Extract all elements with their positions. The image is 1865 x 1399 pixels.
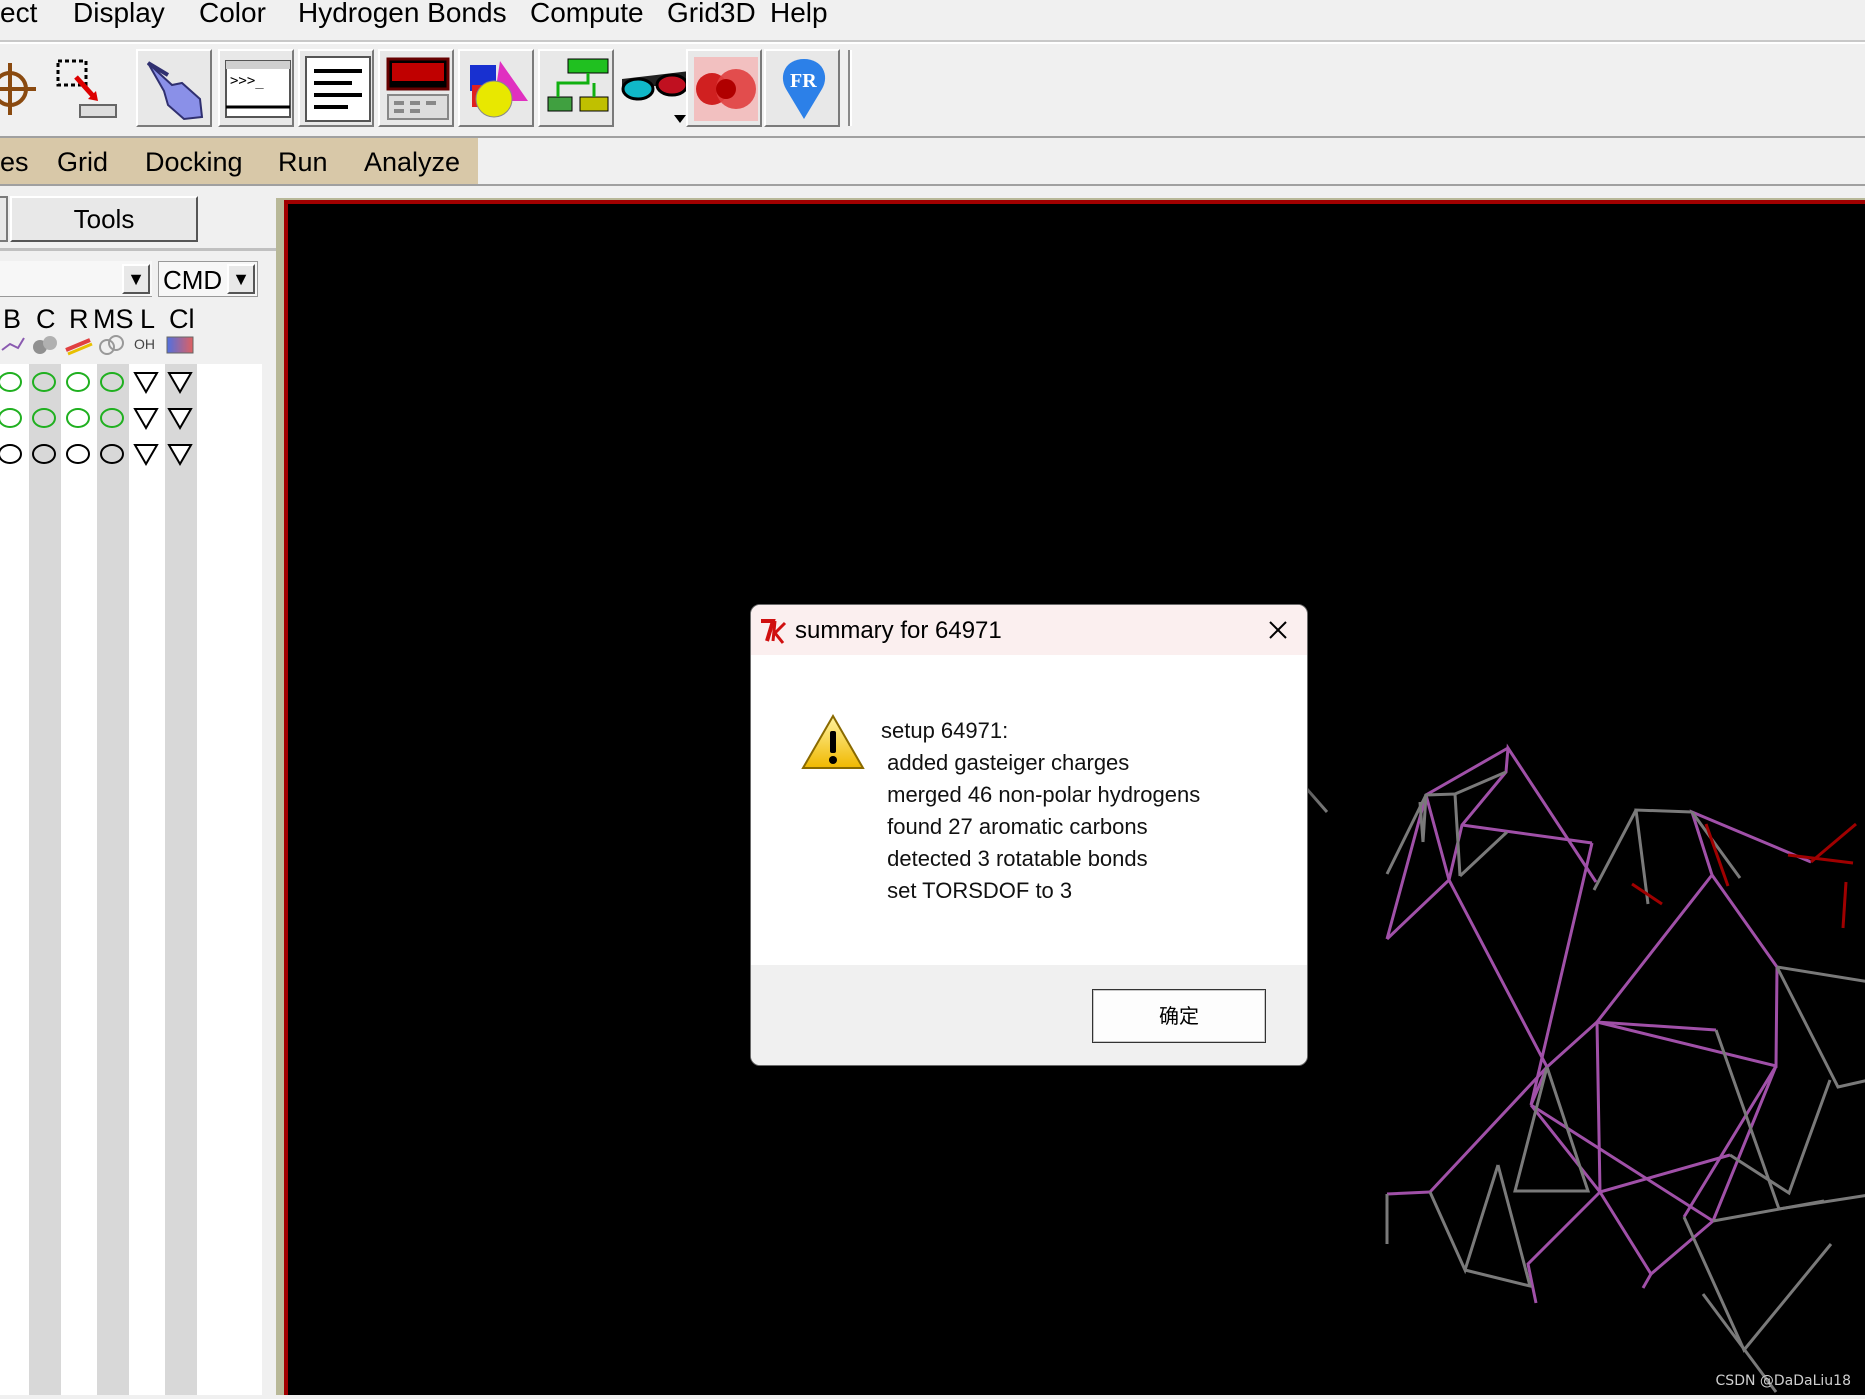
column-stripe xyxy=(97,364,129,1395)
dialog-body: setup 64971: added gasteiger charges mer… xyxy=(751,655,1307,965)
bond-stick-icon xyxy=(1,337,25,351)
cpk-spheres-icon xyxy=(33,336,57,354)
chevron-down-icon[interactable]: ▼ xyxy=(122,264,150,294)
column-header-cl[interactable]: Cl xyxy=(169,304,195,335)
menu-grid[interactable]: Grid xyxy=(57,147,108,178)
close-icon[interactable] xyxy=(1261,613,1295,647)
dashboard-panel: Tools ▼ CMD ▼ B C R MS L Cl OH xyxy=(0,186,276,1395)
dialog-title: summary for 64971 xyxy=(795,617,1002,644)
color-gradient-icon xyxy=(166,336,194,354)
menu-display[interactable]: Display xyxy=(73,0,165,28)
message-line: merged 46 non-polar hydrogens xyxy=(881,782,1201,807)
tk-feather-icon xyxy=(761,619,787,644)
network-flow-icon[interactable] xyxy=(538,49,614,127)
toolbar: >>>_ FR xyxy=(0,42,1865,138)
menu-color[interactable]: Color xyxy=(199,0,266,28)
display-toggle-oval[interactable] xyxy=(0,408,22,428)
column-header-c[interactable]: C xyxy=(36,304,56,335)
display-toggle-oval[interactable] xyxy=(66,372,90,392)
display-toggle-oval[interactable] xyxy=(0,372,22,392)
column-header-l[interactable]: L xyxy=(140,304,155,335)
text-lines-icon[interactable] xyxy=(298,49,374,127)
display-toggle-oval[interactable] xyxy=(100,408,124,428)
display-toggle-oval[interactable] xyxy=(66,444,90,464)
geometric-shapes-icon[interactable] xyxy=(458,49,534,127)
stereo-glasses-icon[interactable] xyxy=(616,49,692,127)
menu-triangle-icon[interactable] xyxy=(133,372,159,394)
dialog-message: setup 64971: added gasteiger charges mer… xyxy=(881,715,1200,907)
display-toggle-oval[interactable] xyxy=(100,444,124,464)
pointing-hand-icon[interactable] xyxy=(136,49,212,127)
display-toggle-oval[interactable] xyxy=(32,408,56,428)
menu-triangle-icon[interactable] xyxy=(167,408,193,430)
watermark-text: CSDN @DaDaLiu18 xyxy=(1715,1373,1851,1389)
menu-run[interactable]: Run xyxy=(278,147,328,178)
menu-triangle-icon[interactable] xyxy=(167,444,193,466)
display-toggle-oval[interactable] xyxy=(32,444,56,464)
message-line: setup 64971: xyxy=(881,718,1009,743)
column-header-ms[interactable]: MS xyxy=(93,304,134,335)
menu-compute[interactable]: Compute xyxy=(530,0,644,28)
menu-select[interactable]: ect xyxy=(0,0,37,28)
display-toggle-oval[interactable] xyxy=(32,372,56,392)
dialog-titlebar[interactable]: summary for 64971 xyxy=(751,605,1307,655)
menu-triangle-icon[interactable] xyxy=(167,372,193,394)
panel-divider xyxy=(0,248,276,251)
column-header-r[interactable]: R xyxy=(69,304,89,335)
visibility-toggles[interactable] xyxy=(0,364,262,484)
message-line: added gasteiger charges xyxy=(881,750,1130,775)
label-oh-text: OH xyxy=(134,336,155,352)
menu-help[interactable]: Help xyxy=(770,0,828,28)
svg-text:>>>_: >>>_ xyxy=(230,73,264,89)
command-combo-value: CMD xyxy=(163,265,223,295)
menu-triangle-icon[interactable] xyxy=(133,444,159,466)
hidden-button-stub[interactable] xyxy=(0,196,8,242)
menu-edit-partial[interactable]: es xyxy=(0,147,29,178)
message-line: found 27 aromatic carbons xyxy=(881,814,1148,839)
display-toggle-oval[interactable] xyxy=(100,372,124,392)
dashboard-panel-icon[interactable] xyxy=(378,49,454,127)
autodock-menubar: es Grid Docking Run Analyze xyxy=(0,138,1865,186)
molecule-tree-grid xyxy=(0,364,262,1395)
warning-icon xyxy=(801,713,865,769)
ribbon-icon xyxy=(65,338,93,356)
menu-grid3d[interactable]: Grid3D xyxy=(667,0,756,28)
ok-button[interactable]: 确定 xyxy=(1092,989,1266,1043)
molecular-surface-icon xyxy=(99,335,124,355)
column-stripe xyxy=(29,364,61,1395)
select-to-delete-icon[interactable] xyxy=(46,49,122,127)
message-line: detected 3 rotatable bonds xyxy=(881,846,1148,871)
main-menubar: ect Display Color Hydrogen Bonds Compute… xyxy=(0,0,1865,42)
toolbar-separator xyxy=(848,50,852,126)
panel-right-edge xyxy=(262,364,276,1395)
command-combo[interactable]: CMD ▼ xyxy=(158,261,258,297)
dialog-footer: 确定 xyxy=(751,965,1307,1065)
display-toggle-oval[interactable] xyxy=(66,408,90,428)
display-toggle-oval[interactable] xyxy=(0,444,22,464)
menu-triangle-icon[interactable] xyxy=(133,408,159,430)
red-spheres-icon[interactable] xyxy=(686,49,762,127)
column-stripe xyxy=(165,364,197,1395)
svg-text:FR: FR xyxy=(790,70,817,92)
fr-logo-icon[interactable]: FR xyxy=(764,49,840,127)
summary-dialog: summary for 64971 setup 64971: added gas… xyxy=(750,604,1308,1066)
message-line: set TORSDOF to 3 xyxy=(881,878,1073,903)
chevron-down-icon[interactable]: ▼ xyxy=(227,264,255,294)
menu-hydrogen-bonds[interactable]: Hydrogen Bonds xyxy=(298,0,507,28)
selection-combo[interactable]: ▼ xyxy=(0,261,152,297)
crosshair-target-icon[interactable] xyxy=(0,49,40,127)
column-header-b[interactable]: B xyxy=(3,304,21,335)
tools-button[interactable]: Tools xyxy=(10,196,198,242)
python-shell-icon[interactable]: >>>_ xyxy=(218,49,294,127)
menu-analyze[interactable]: Analyze xyxy=(364,147,460,178)
menu-docking[interactable]: Docking xyxy=(145,147,243,178)
